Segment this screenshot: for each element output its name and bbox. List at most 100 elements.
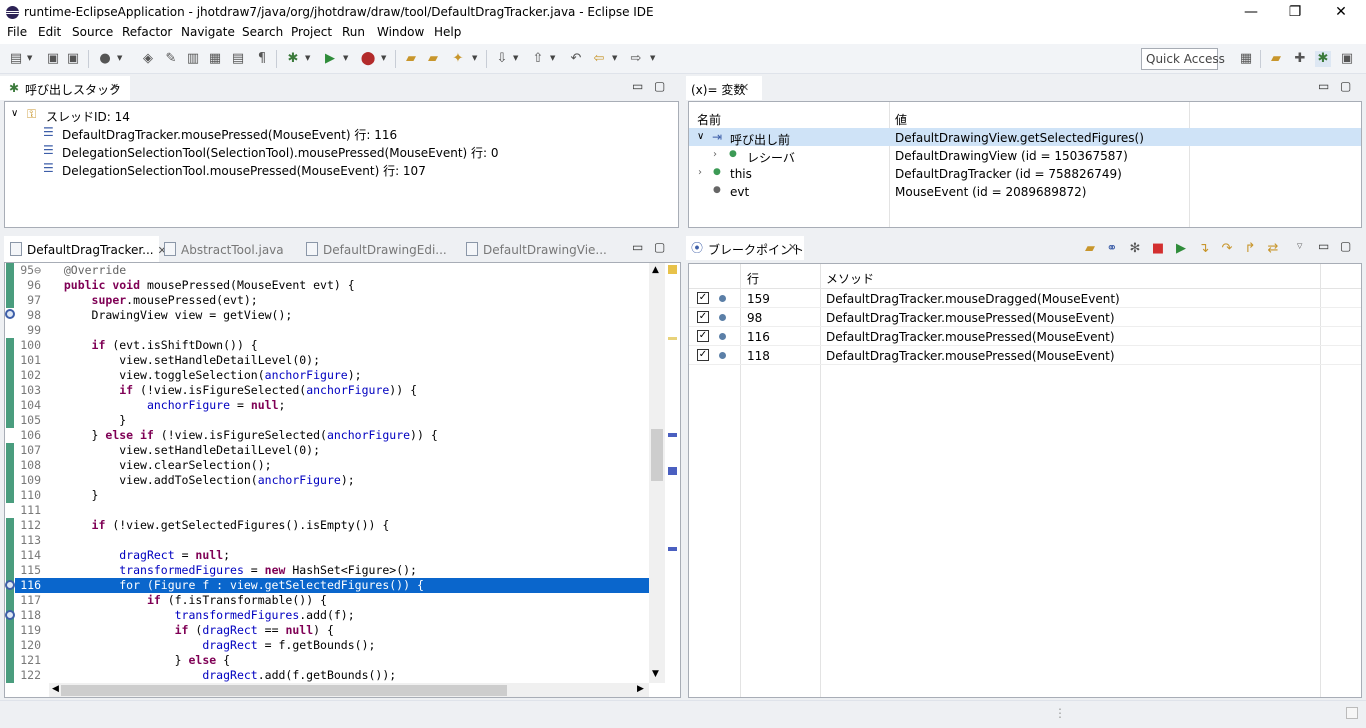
breakpoint-icon[interactable] xyxy=(5,610,15,620)
play-icon[interactable]: ▶ xyxy=(322,51,338,67)
pen-icon[interactable]: ✎ xyxy=(163,51,179,67)
user-icon[interactable]: ● xyxy=(97,51,113,67)
step-into-icon[interactable]: ↴ xyxy=(1196,241,1212,257)
folder-icon[interactable]: ▰ xyxy=(1082,241,1098,257)
chevron-down-icon[interactable]: ∨ xyxy=(11,108,18,119)
doc2-icon[interactable]: ▤ xyxy=(230,51,246,67)
java-perspective-icon[interactable]: ▰ xyxy=(1268,51,1284,67)
new-file-icon[interactable]: ▤ xyxy=(8,51,24,67)
scroll-thumb[interactable] xyxy=(651,429,663,481)
breakpoint-method[interactable]: DefaultDragTracker.mouseDragged(MouseEve… xyxy=(826,292,1120,306)
menu-source[interactable]: Source xyxy=(72,25,113,39)
tab-defaultdragtracker[interactable]: DefaultDragTracker... ✕ xyxy=(4,236,167,262)
paragraph-icon[interactable]: ¶ xyxy=(254,51,270,67)
plugin-perspective-icon[interactable]: ✚ xyxy=(1292,51,1308,67)
breakpoint-line[interactable]: 98 xyxy=(747,311,762,325)
chevron-right-icon[interactable]: › xyxy=(698,167,702,178)
bug-icon[interactable]: ✱ xyxy=(285,51,301,67)
maximize-button[interactable]: ❐ xyxy=(1272,1,1318,23)
chevron-down-icon[interactable]: ▼ xyxy=(305,54,313,62)
forward-icon[interactable]: ⇨ xyxy=(628,51,644,67)
menu-search[interactable]: Search xyxy=(242,25,283,39)
open-folder-icon[interactable]: ▰ xyxy=(425,51,441,67)
open-perspective-icon[interactable]: ▦ xyxy=(1238,51,1254,67)
chevron-down-icon[interactable]: ▼ xyxy=(612,54,620,62)
prev-annotation-icon[interactable]: ⇧ xyxy=(530,51,546,67)
step-return-icon[interactable]: ↱ xyxy=(1242,241,1258,257)
breakpoint-method[interactable]: DefaultDragTracker.mousePressed(MouseEve… xyxy=(826,330,1115,344)
breakpoint-icon[interactable] xyxy=(5,309,15,319)
menu-refactor[interactable]: Refactor xyxy=(122,25,172,39)
stack-frame[interactable]: DelegationSelectionTool.mousePressed(Mou… xyxy=(62,162,426,179)
scroll-down-icon[interactable]: ▼ xyxy=(652,669,659,679)
scroll-left-icon[interactable]: ◀ xyxy=(52,684,59,694)
scroll-up-icon[interactable]: ▲ xyxy=(652,265,659,275)
stack-frame[interactable]: DefaultDragTracker.mousePressed(MouseEve… xyxy=(62,126,397,143)
chevron-down-icon[interactable]: ▼ xyxy=(513,54,521,62)
scroll-right-icon[interactable]: ▶ xyxy=(637,684,644,694)
breakpoint-checkbox[interactable]: ✓ xyxy=(697,349,709,361)
chevron-down-icon[interactable]: ▽ xyxy=(1297,242,1305,250)
doc-icon[interactable]: ▥ xyxy=(185,51,201,67)
tab-callstack[interactable]: ✱ 呼び出しスタック ✕ xyxy=(0,76,130,100)
breakpoint-icon[interactable] xyxy=(5,580,15,590)
maximize-view-icon[interactable]: ▢ xyxy=(654,79,665,93)
chevron-down-icon[interactable]: ∨ xyxy=(697,131,704,142)
tab-breakpoints[interactable]: ⦿ ブレークポイント ✕ xyxy=(686,236,804,260)
minimize-view-icon[interactable]: ▭ xyxy=(632,240,643,254)
close-icon[interactable]: ✕ xyxy=(110,81,119,94)
chevron-down-icon[interactable]: ▼ xyxy=(381,54,389,62)
thread-label[interactable]: スレッドID: 14 xyxy=(46,108,130,125)
breakpoint-marker[interactable] xyxy=(668,433,677,437)
column-header-line[interactable]: 行 xyxy=(747,270,759,287)
last-edit-icon[interactable]: ↶ xyxy=(568,51,584,67)
link-icon[interactable]: ⚭ xyxy=(1104,241,1120,257)
other-perspective-icon[interactable]: ▣ xyxy=(1339,51,1355,67)
horizontal-scrollbar[interactable]: ◀ ▶ xyxy=(49,683,649,697)
next-annotation-icon[interactable]: ⇩ xyxy=(494,51,510,67)
chevron-down-icon[interactable]: ▼ xyxy=(650,54,658,62)
column-header-name[interactable]: 名前 xyxy=(697,111,721,128)
breakpoint-method[interactable]: DefaultDragTracker.mousePressed(MouseEve… xyxy=(826,311,1115,325)
chevron-down-icon[interactable]: ▼ xyxy=(550,54,558,62)
tag-icon[interactable]: ◈ xyxy=(140,51,156,67)
tab-variables[interactable]: (x)= 変数 ✕ xyxy=(686,76,762,100)
scroll-thumb[interactable] xyxy=(61,685,507,696)
back-icon[interactable]: ⇦ xyxy=(591,51,607,67)
maximize-view-icon[interactable]: ▢ xyxy=(1340,79,1351,93)
breakpoint-checkbox[interactable]: ✓ xyxy=(697,311,709,323)
chevron-right-icon[interactable]: › xyxy=(713,149,717,160)
occurrence-marker[interactable] xyxy=(668,337,677,340)
chevron-down-icon[interactable]: ▼ xyxy=(27,54,35,62)
breakpoint-method[interactable]: DefaultDragTracker.mousePressed(MouseEve… xyxy=(826,349,1115,363)
debug-perspective-icon[interactable]: ✱ xyxy=(1315,51,1331,67)
breakpoint-marker[interactable] xyxy=(668,467,677,475)
maximize-view-icon[interactable]: ▢ xyxy=(1340,239,1351,253)
menu-project[interactable]: Project xyxy=(291,25,332,39)
run-external-icon[interactable]: ⬤ xyxy=(360,51,376,67)
column-header-value[interactable]: 値 xyxy=(895,111,907,128)
breakpoint-line[interactable]: 159 xyxy=(747,292,770,306)
minimize-view-icon[interactable]: ▭ xyxy=(632,79,643,93)
save-all-icon[interactable]: ▣ xyxy=(65,51,81,67)
list-icon[interactable]: ▦ xyxy=(207,51,223,67)
stack-frame[interactable]: DelegationSelectionTool(SelectionTool).m… xyxy=(62,144,499,161)
column-header-method[interactable]: メソッド xyxy=(826,270,874,287)
breakpoint-marker[interactable] xyxy=(668,547,677,551)
menu-edit[interactable]: Edit xyxy=(38,25,61,39)
minimize-view-icon[interactable]: ▭ xyxy=(1318,239,1329,253)
menu-file[interactable]: File xyxy=(7,25,27,39)
gear-icon[interactable]: ✻ xyxy=(1127,241,1143,257)
step-over-icon[interactable]: ↷ xyxy=(1219,241,1235,257)
minimize-button[interactable]: — xyxy=(1228,1,1274,23)
close-button[interactable]: ✕ xyxy=(1318,1,1364,23)
tab-defaultdrawingview[interactable]: DefaultDrawingVie... xyxy=(466,236,616,262)
stop-icon[interactable]: ■ xyxy=(1150,241,1166,257)
minimize-view-icon[interactable]: ▭ xyxy=(1318,79,1329,93)
maximize-view-icon[interactable]: ▢ xyxy=(654,240,665,254)
resize-grip-icon[interactable] xyxy=(1346,707,1358,719)
resume-icon[interactable]: ▶ xyxy=(1173,241,1189,257)
drop-frame-icon[interactable]: ⇄ xyxy=(1265,241,1281,257)
save-icon[interactable]: ▣ xyxy=(45,51,61,67)
breakpoint-checkbox[interactable]: ✓ xyxy=(697,330,709,342)
